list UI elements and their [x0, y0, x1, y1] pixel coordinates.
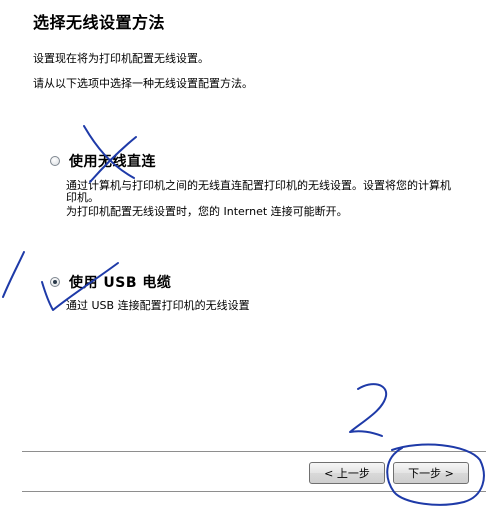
option-usb-cable-desc: 通过 USB 连接配置打印机的无线设置: [66, 299, 250, 312]
next-button[interactable]: 下一步 >: [393, 462, 469, 484]
option-wireless-direct-desc-3: 为打印机配置无线设置时，您的 Internet 连接可能断开。: [66, 205, 348, 218]
handwritten-number-2: [349, 383, 388, 437]
option-wireless-direct[interactable]: 使用无线直连: [50, 151, 156, 171]
intro-line-2: 请从以下选项中选择一种无线设置配置方法。: [33, 77, 253, 90]
radio-usb-cable[interactable]: [50, 277, 60, 287]
handwritten-number-1: [2, 251, 25, 298]
back-button[interactable]: < 上一步: [309, 462, 385, 484]
footer-separator: [22, 491, 486, 492]
option-usb-cable-label[interactable]: 使用 USB 电缆: [69, 272, 171, 292]
option-wireless-direct-desc-1: 通过计算机与打印机之间的无线直连配置打印机的无线设置。设置将您的计算机: [66, 179, 451, 192]
intro-line-1: 设置现在将为打印机配置无线设置。: [33, 52, 209, 65]
page-title: 选择无线设置方法: [33, 13, 166, 32]
option-usb-cable[interactable]: 使用 USB 电缆: [50, 272, 171, 292]
button-separator: [22, 451, 486, 452]
option-wireless-direct-desc-2: 印机。: [66, 191, 99, 204]
option-wireless-direct-label[interactable]: 使用无线直连: [69, 151, 156, 171]
radio-wireless-direct[interactable]: [50, 156, 60, 166]
